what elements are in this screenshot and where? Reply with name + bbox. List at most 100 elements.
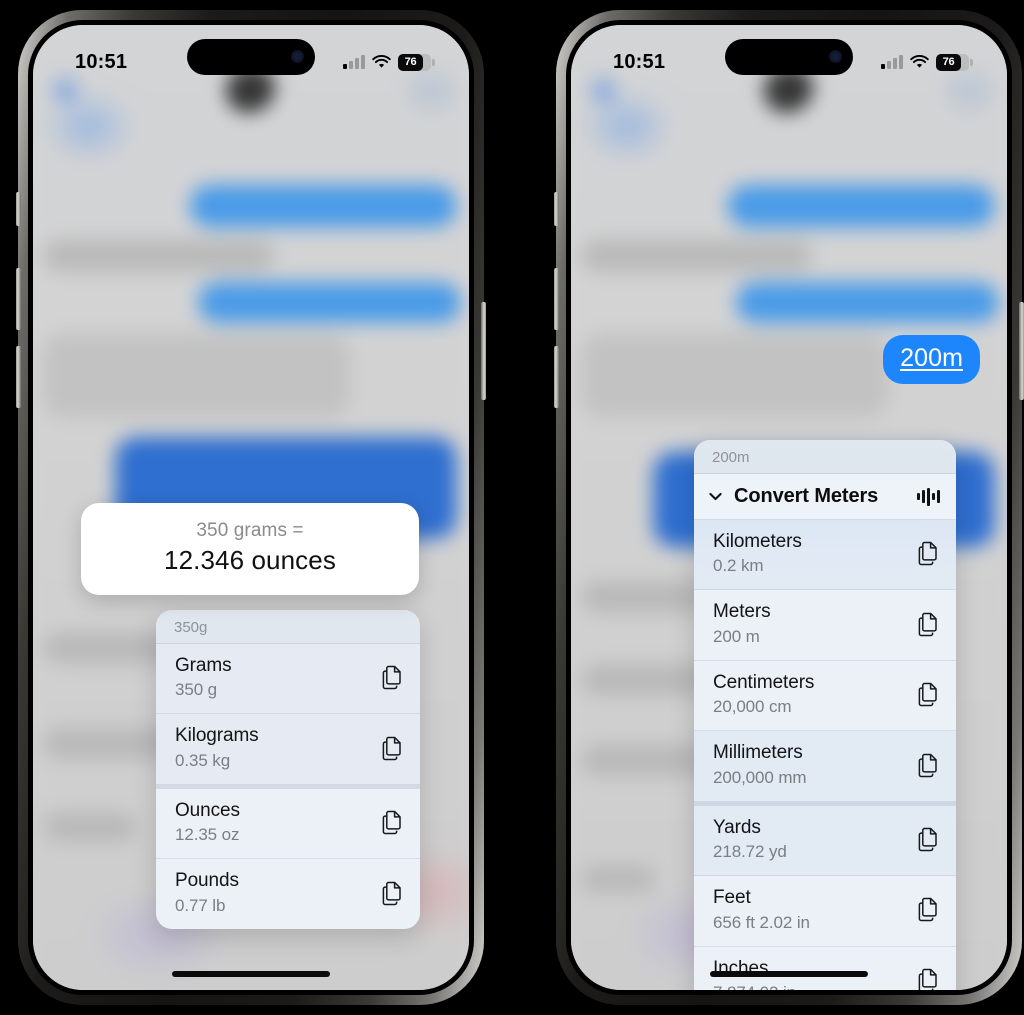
conversion-panel-right: 200m Convert Meters Kilometers 0.2 km Me… <box>694 440 956 990</box>
mute-switch-right[interactable] <box>554 192 559 226</box>
unit-value: 0.35 kg <box>175 750 231 770</box>
panel-echo-label: 200m <box>694 440 956 474</box>
conversion-row-millimeters[interactable]: Millimeters 200,000 mm <box>694 731 956 802</box>
battery-icon: 76 <box>398 53 435 71</box>
conversion-row-grams[interactable]: Grams 350 g <box>156 644 420 715</box>
unit-name: Millimeters <box>713 742 803 764</box>
unit-name: Grams <box>175 655 232 676</box>
unit-value: 20,000 cm <box>713 697 792 717</box>
copy-icon[interactable] <box>914 610 942 638</box>
volume-up-button-left[interactable] <box>16 268 21 330</box>
message-bubble-blurred <box>581 333 889 418</box>
battery-percent-label: 76 <box>942 56 955 68</box>
conversion-source-label: 350 grams = <box>196 520 304 541</box>
conversion-row-centimeters[interactable]: Centimeters 20,000 cm <box>694 660 956 732</box>
cellular-bars-icon <box>343 55 365 69</box>
unit-value: 218.72 yd <box>713 842 787 862</box>
copy-icon[interactable] <box>914 896 942 924</box>
status-bar-clock: 10:51 <box>613 50 666 73</box>
message-bubble-blurred <box>43 812 137 842</box>
unit-name: Centimeters <box>713 671 815 693</box>
unit-name: Kilometers <box>713 531 802 552</box>
unit-name: Meters <box>713 601 771 623</box>
conversion-row-pounds[interactable]: Pounds 0.77 lb <box>156 859 420 929</box>
conversion-row-kilometers[interactable]: Kilometers 0.2 km <box>694 520 956 591</box>
sent-message-bubble[interactable]: 200m <box>883 335 980 384</box>
conversion-row-feet[interactable]: Feet 656 ft 2.02 in <box>694 876 956 947</box>
phone-screen-left: 10:51 76 350 grams = 12.346 ounces 350g … <box>33 25 469 990</box>
conversion-row-meters[interactable]: Meters 200 m <box>694 590 956 661</box>
message-bubble-blurred <box>198 282 461 323</box>
conversion-row-text: Kilograms 0.35 kg <box>175 725 368 770</box>
conversion-panel-header[interactable]: Convert Meters <box>694 474 956 520</box>
conversion-row-text: Millimeters 200,000 mm <box>713 742 904 787</box>
panel-echo-label: 350g <box>156 610 420 644</box>
volume-down-button-left[interactable] <box>16 346 21 408</box>
unit-value: 200 m <box>713 626 760 646</box>
copy-icon[interactable] <box>914 540 942 568</box>
battery-icon: 76 <box>936 53 973 71</box>
status-bar-indicators: 76 <box>343 53 435 71</box>
wifi-icon <box>372 55 391 69</box>
message-bubble-blurred <box>43 239 275 272</box>
copy-icon[interactable] <box>378 809 406 837</box>
conversion-row-text: Ounces 12.35 oz <box>175 800 368 845</box>
volume-down-button-right[interactable] <box>554 346 559 408</box>
message-bubble-blurred <box>581 581 711 613</box>
unit-name: Kilograms <box>175 725 259 747</box>
unit-value: 7,874.02 in <box>713 983 904 990</box>
conversion-row-yards[interactable]: Yards 218.72 yd <box>694 801 956 877</box>
phone-device-left: 10:51 76 350 grams = 12.346 ounces 350g … <box>16 10 486 1005</box>
conversion-target-label: 12.346 ounces <box>164 545 336 575</box>
message-bubble-blurred <box>736 282 999 323</box>
message-bubble-blurred <box>43 632 173 664</box>
conversion-row-ounces[interactable]: Ounces 12.35 oz <box>156 784 420 860</box>
unit-name: Ounces <box>175 799 240 821</box>
unit-value: 0.77 lb <box>175 895 226 915</box>
copy-icon[interactable] <box>378 664 406 692</box>
phone-screen-right: 10:51 76 200m 200m Convert Meters Kilome… <box>571 25 1007 990</box>
copy-icon[interactable] <box>914 826 942 854</box>
phone-bezel-left: 10:51 76 350 grams = 12.346 ounces 350g … <box>28 20 474 995</box>
copy-icon[interactable] <box>378 734 406 762</box>
copy-icon[interactable] <box>914 751 942 779</box>
unit-value: 656 ft 2.02 in <box>713 912 810 932</box>
phone-device-right: 10:51 76 200m 200m Convert Meters Kilome… <box>554 10 1024 1005</box>
conversion-row-text: Pounds 0.77 lb <box>175 870 368 915</box>
conversion-row-text: Yards 218.72 yd <box>713 817 904 862</box>
conversion-row-text: Feet 656 ft 2.02 in <box>713 887 904 932</box>
power-button-right[interactable] <box>1019 302 1024 400</box>
unit-value: 350 g <box>175 680 218 700</box>
message-bubble-blurred <box>43 333 351 418</box>
message-bubble-blurred <box>189 184 457 228</box>
cellular-bars-icon <box>881 55 903 69</box>
chevron-down-icon[interactable] <box>707 488 724 505</box>
conversion-row-text: Meters 200 m <box>713 601 904 646</box>
message-bubble-blurred <box>581 239 813 272</box>
home-indicator-left[interactable] <box>172 971 330 977</box>
copy-icon[interactable] <box>914 681 942 709</box>
phone-bezel-right: 10:51 76 200m 200m Convert Meters Kilome… <box>566 20 1012 995</box>
battery-percent-label: 76 <box>404 56 417 68</box>
conversion-result-card: 350 grams = 12.346 ounces <box>81 503 419 595</box>
status-bar-clock: 10:51 <box>75 50 128 73</box>
conversion-row-kilograms[interactable]: Kilograms 0.35 kg <box>156 714 420 785</box>
copy-icon[interactable] <box>914 966 942 990</box>
unit-name: Yards <box>713 816 761 838</box>
unit-value: 12.35 oz <box>175 825 240 845</box>
sent-message-text[interactable]: 200m <box>900 344 963 372</box>
home-indicator-right[interactable] <box>710 971 868 977</box>
conversion-row-inches[interactable]: Inches 7,874.02 in <box>694 946 956 990</box>
copy-icon[interactable] <box>378 879 406 907</box>
conversion-row-text: Centimeters 20,000 cm <box>713 672 904 717</box>
mute-switch-left[interactable] <box>16 192 21 226</box>
waveform-icon[interactable] <box>917 487 942 506</box>
power-button-left[interactable] <box>481 302 486 400</box>
wifi-icon <box>910 55 929 69</box>
conversion-panel-left: 350g Grams 350 g Kilograms 0.35 kg Ounce… <box>156 610 420 929</box>
unit-value: 200,000 mm <box>713 767 807 787</box>
unit-name: Pounds <box>175 870 239 892</box>
conversion-row-text: Grams 350 g <box>175 655 368 700</box>
volume-up-button-right[interactable] <box>554 268 559 330</box>
conversion-row-text: Kilometers 0.2 km <box>713 531 904 576</box>
